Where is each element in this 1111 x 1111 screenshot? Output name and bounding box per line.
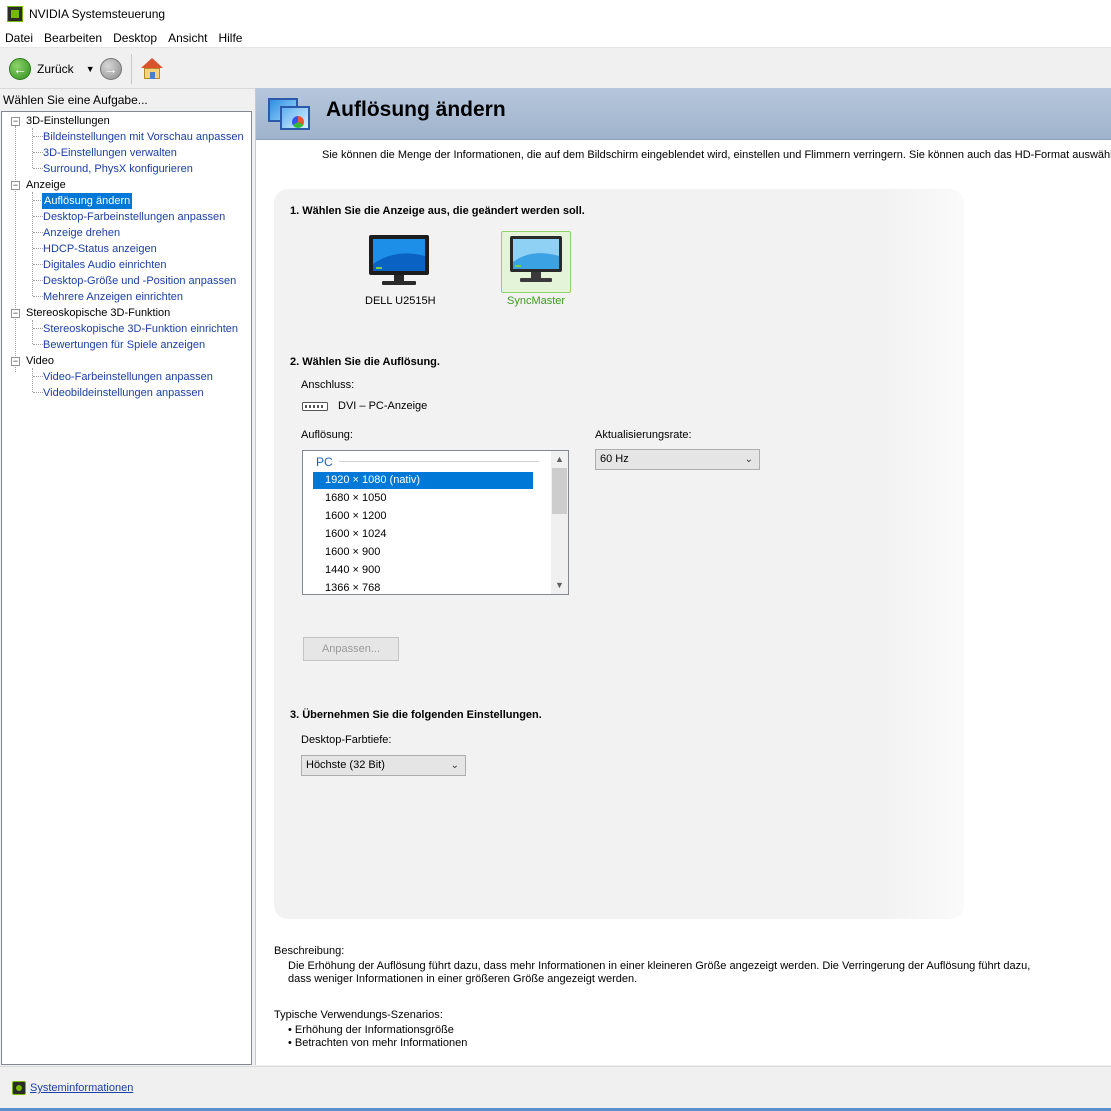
tree-cat-stereo[interactable]: Stereoskopische 3D-Funktion xyxy=(26,305,170,321)
resolution-option[interactable]: 1600 × 900 xyxy=(313,544,533,561)
tree-item-anzeige-drehen[interactable]: Anzeige drehen xyxy=(43,225,120,241)
chevron-down-icon: ⌄ xyxy=(744,454,753,465)
resolution-scrollbar[interactable]: ▲ ▼ xyxy=(551,451,568,594)
color-depth-select[interactable]: Höchste (32 Bit) ⌄ xyxy=(301,755,466,776)
content-pane: Auflösung ändern Sie können die Menge de… xyxy=(255,88,1111,1065)
tree-item-stereo-einrichten[interactable]: Stereoskopische 3D-Funktion einrichten xyxy=(43,321,238,337)
display-syncmaster[interactable] xyxy=(501,231,571,293)
page-banner: Auflösung ändern xyxy=(256,88,1111,140)
scroll-up-icon[interactable]: ▲ xyxy=(551,451,568,468)
resolution-option[interactable]: 1920 × 1080 (nativ) xyxy=(313,472,533,489)
menu-datei[interactable]: Datei xyxy=(0,31,39,45)
resolution-option[interactable]: 1600 × 1024 xyxy=(313,526,533,543)
tree-item-bildeinstellungen[interactable]: Bildeinstellungen mit Vorschau anpassen xyxy=(43,129,244,145)
refresh-rate-value: 60 Hz xyxy=(600,453,629,465)
menu-ansicht[interactable]: Ansicht xyxy=(163,31,213,45)
system-info-icon[interactable] xyxy=(12,1081,26,1095)
scenario-item: • Betrachten von mehr Informationen xyxy=(288,1037,468,1049)
tree-item-audio[interactable]: Digitales Audio einrichten xyxy=(43,257,167,273)
tree-item-bewertungen[interactable]: Bewertungen für Spiele anzeigen xyxy=(43,337,205,353)
tree-item-surround-physx[interactable]: Surround, PhysX konfigurieren xyxy=(43,161,193,177)
home-icon[interactable] xyxy=(140,57,164,81)
tree-item-video-farbe[interactable]: Video-Farbeinstellungen anpassen xyxy=(43,369,213,385)
color-depth-label: Desktop-Farbtiefe: xyxy=(301,734,392,746)
tree-item-mehrere-anzeigen[interactable]: Mehrere Anzeigen einrichten xyxy=(43,289,183,305)
resolution-option[interactable]: 1366 × 768 xyxy=(313,580,533,594)
dvi-connector-icon xyxy=(302,402,328,411)
display-syncmaster-label[interactable]: SyncMaster xyxy=(507,295,565,307)
scenario-item: • Erhöhung der Informationsgröße xyxy=(288,1024,454,1036)
chevron-down-icon: ⌄ xyxy=(450,760,459,771)
resolution-option[interactable]: 1680 × 1050 xyxy=(313,490,533,507)
refresh-rate-label: Aktualisierungsrate: xyxy=(595,429,692,441)
tree-cat-video[interactable]: Video xyxy=(26,353,54,369)
step3-title: 3. Übernehmen Sie die folgenden Einstell… xyxy=(290,709,542,721)
tree-item-desktop-groesse[interactable]: Desktop-Größe und -Position anpassen xyxy=(43,273,236,289)
display-dell[interactable] xyxy=(366,234,432,290)
resolution-group-pc: PC xyxy=(316,455,333,469)
history-dropdown-icon[interactable]: ▼ xyxy=(86,64,95,74)
toolbar: ← Zurück ▼ → xyxy=(0,49,1111,89)
step2-title: 2. Wählen Sie die Auflösung. xyxy=(290,356,440,368)
description-text: Die Erhöhung der Auflösung führt dazu, d… xyxy=(288,960,1031,985)
connection-value: DVI – PC-Anzeige xyxy=(338,400,428,412)
menu-bar: Datei Bearbeiten Desktop Ansicht Hilfe xyxy=(0,28,1111,48)
scroll-thumb[interactable] xyxy=(552,468,567,514)
back-arrow-icon[interactable]: ← xyxy=(9,57,31,80)
page-title: Auflösung ändern xyxy=(326,98,506,121)
resolution-option[interactable]: 1600 × 1200 xyxy=(313,508,533,525)
menu-bearbeiten[interactable]: Bearbeiten xyxy=(39,31,108,45)
customize-button[interactable]: Anpassen... xyxy=(303,637,399,661)
tree-item-hdcp[interactable]: HDCP-Status anzeigen xyxy=(43,241,157,257)
tree-item-aufloesung[interactable]: Auflösung ändern xyxy=(42,193,133,209)
collapse-3d-icon[interactable]: − xyxy=(11,117,20,126)
collapse-anzeige-icon[interactable]: − xyxy=(11,181,20,190)
display-dell-label[interactable]: DELL U2515H xyxy=(365,295,436,307)
system-info-link[interactable]: Systeminformationen xyxy=(30,1082,133,1094)
scenarios-heading: Typische Verwendungs-Szenarios: xyxy=(274,1009,443,1021)
connection-label: Anschluss: xyxy=(301,379,355,391)
tree-item-videobild[interactable]: Videobildeinstellungen anpassen xyxy=(43,385,204,401)
display-resolution-icon xyxy=(268,96,312,136)
page-intro: Sie können die Menge der Informationen, … xyxy=(322,149,1111,161)
tree-item-desktop-farbe[interactable]: Desktop-Farbeinstellungen anpassen xyxy=(43,209,225,225)
toolbar-separator xyxy=(130,53,132,84)
footer: Systeminformationen xyxy=(0,1066,1111,1111)
collapse-stereo-icon[interactable]: − xyxy=(11,309,20,318)
step1-title: 1. Wählen Sie die Anzeige aus, die geänd… xyxy=(290,205,585,217)
tree-cat-3d[interactable]: 3D-Einstellungen xyxy=(26,113,110,129)
back-button-label[interactable]: Zurück xyxy=(37,62,74,76)
monitor-syncmaster-icon xyxy=(510,236,562,282)
resolution-list[interactable]: PC 1920 × 1080 (nativ) 1680 × 1050 1600 … xyxy=(302,450,569,595)
task-tree: − 3D-Einstellungen Bildeinstellungen mit… xyxy=(1,111,252,1065)
resolution-option[interactable]: 1440 × 900 xyxy=(313,562,533,579)
forward-arrow-icon[interactable]: → xyxy=(99,57,122,80)
description-heading: Beschreibung: xyxy=(274,945,345,957)
tree-cat-anzeige[interactable]: Anzeige xyxy=(26,177,66,193)
nvidia-app-icon xyxy=(7,6,23,22)
menu-hilfe[interactable]: Hilfe xyxy=(213,31,248,45)
menu-desktop[interactable]: Desktop xyxy=(108,31,163,45)
tree-item-3d-verwalten[interactable]: 3D-Einstellungen verwalten xyxy=(43,145,177,161)
collapse-video-icon[interactable]: − xyxy=(11,357,20,366)
monitor-dell-icon xyxy=(369,235,429,285)
refresh-rate-select[interactable]: 60 Hz ⌄ xyxy=(595,449,760,470)
window-title: NVIDIA Systemsteuerung xyxy=(29,7,166,21)
title-bar: NVIDIA Systemsteuerung xyxy=(0,0,1111,28)
scroll-down-icon[interactable]: ▼ xyxy=(551,577,568,594)
color-depth-value: Höchste (32 Bit) xyxy=(306,759,385,771)
resolution-label: Auflösung: xyxy=(301,429,353,441)
task-header: Wählen Sie eine Aufgabe... xyxy=(3,93,148,107)
